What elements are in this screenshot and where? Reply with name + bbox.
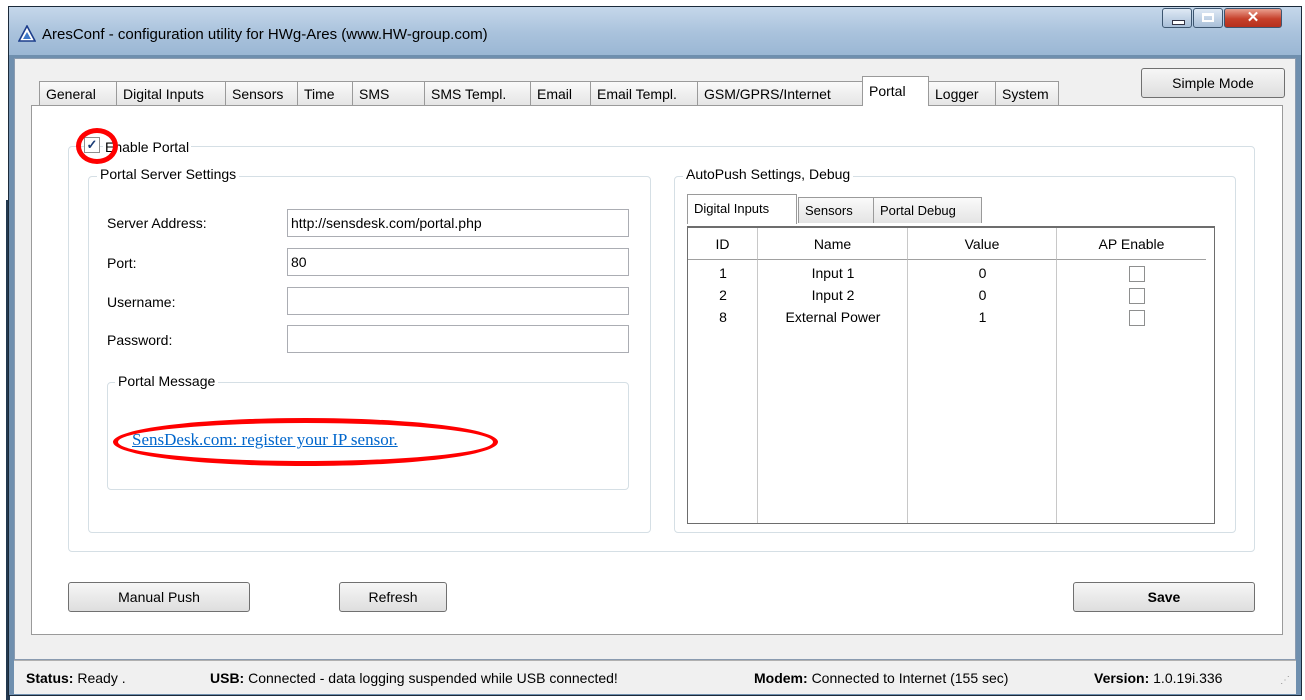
- grid-header-ap-enable[interactable]: AP Enable: [1057, 228, 1206, 260]
- grid-cell-id[interactable]: 2: [688, 284, 758, 306]
- username-label: Username:: [107, 294, 176, 310]
- autopush-tab-digital-inputs[interactable]: Digital Inputs: [687, 194, 797, 224]
- tab-sms-templ[interactable]: SMS Templ.: [424, 81, 531, 106]
- tab-general[interactable]: General: [39, 81, 117, 106]
- tab-email[interactable]: Email: [530, 81, 591, 106]
- tab-gsm-gprs-internet[interactable]: GSM/GPRS/Internet: [697, 81, 863, 106]
- server-address-label: Server Address:: [107, 215, 207, 231]
- usb-label: USB:: [210, 670, 245, 686]
- port-input[interactable]: 80: [287, 248, 629, 276]
- tab-digital-inputs[interactable]: Digital Inputs: [116, 81, 226, 106]
- autopush-tab-portal-debug[interactable]: Portal Debug: [873, 197, 982, 223]
- minimize-button[interactable]: [1162, 8, 1192, 28]
- tab-email-templ[interactable]: Email Templ.: [590, 81, 698, 106]
- username-input[interactable]: [287, 287, 629, 315]
- portal-message-title: Portal Message: [115, 373, 219, 389]
- modem-label: Modem:: [754, 670, 808, 686]
- resize-grip-icon[interactable]: ⋰: [1280, 675, 1290, 686]
- port-label: Port:: [107, 255, 137, 271]
- grid-cell-value[interactable]: 1: [908, 306, 1057, 328]
- tab-sms[interactable]: SMS: [352, 81, 425, 106]
- grid-header-id[interactable]: ID: [688, 228, 758, 260]
- autopush-group-title: AutoPush Settings, Debug: [683, 166, 854, 182]
- maximize-icon: [1202, 13, 1214, 22]
- grid-cell-name[interactable]: Input 1: [758, 262, 908, 284]
- ap-enable-checkbox[interactable]: [1129, 266, 1145, 282]
- grid-cell-value[interactable]: 0: [908, 262, 1057, 284]
- modem-value: Connected to Internet (155 sec): [811, 670, 1009, 686]
- manual-push-button[interactable]: Manual Push: [68, 582, 250, 612]
- tab-time[interactable]: Time: [297, 81, 353, 106]
- minimize-icon: [1172, 20, 1185, 25]
- autopush-tab-sensors[interactable]: Sensors: [798, 197, 874, 223]
- grid-cell-name[interactable]: Input 2: [758, 284, 908, 306]
- grid-cell-value[interactable]: 0: [908, 284, 1057, 306]
- digital-inputs-grid[interactable]: ID Name Value AP Enable 1 Input 1 0 2 Input …: [687, 226, 1215, 524]
- server-address-input[interactable]: http://sensdesk.com/portal.php: [287, 209, 629, 237]
- grid-header-name[interactable]: Name: [758, 228, 908, 260]
- tab-logger[interactable]: Logger: [928, 81, 996, 106]
- grid-cell-id[interactable]: 1: [688, 262, 758, 284]
- refresh-button[interactable]: Refresh: [339, 582, 447, 612]
- grid-cell-name[interactable]: External Power: [758, 306, 908, 328]
- grid-cell-id[interactable]: 8: [688, 306, 758, 328]
- status-value: Ready .: [77, 670, 126, 686]
- annotation-circle-checkbox: [76, 128, 118, 164]
- grid-header-value[interactable]: Value: [908, 228, 1057, 260]
- maximize-button[interactable]: [1193, 8, 1223, 28]
- save-button[interactable]: Save: [1073, 582, 1255, 612]
- window-title: AresConf - configuration utility for HWg…: [42, 26, 488, 43]
- password-label: Password:: [107, 332, 173, 348]
- annotation-ellipse-link: [113, 418, 498, 466]
- password-input[interactable]: [287, 325, 629, 353]
- tab-portal[interactable]: Portal: [862, 76, 929, 106]
- close-icon: ✕: [1246, 9, 1260, 26]
- close-button[interactable]: ✕: [1224, 8, 1282, 28]
- app-icon: [18, 25, 36, 42]
- tab-sensors[interactable]: Sensors: [225, 81, 298, 106]
- status-label: Status:: [26, 670, 74, 686]
- tab-system[interactable]: System: [995, 81, 1059, 106]
- portal-server-settings-title: Portal Server Settings: [97, 166, 240, 182]
- status-bar: Status: Ready . USB: Connected - data lo…: [14, 660, 1296, 694]
- ap-enable-checkbox[interactable]: [1129, 310, 1145, 326]
- version-label: Version:: [1094, 670, 1150, 686]
- version-value: 1.0.19i.336: [1153, 670, 1223, 686]
- ap-enable-checkbox[interactable]: [1129, 288, 1145, 304]
- simple-mode-button[interactable]: Simple Mode: [1141, 68, 1285, 98]
- usb-value: Connected - data logging suspended while…: [248, 670, 618, 686]
